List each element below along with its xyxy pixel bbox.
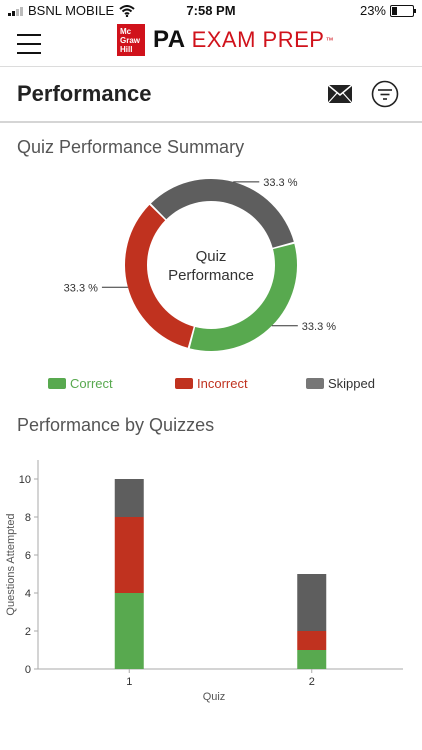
battery-status: 23%: [359, 3, 416, 18]
hamburger-menu-icon[interactable]: [17, 34, 41, 54]
filter-icon[interactable]: [371, 80, 399, 108]
bar-quiz-1-skipped[interactable]: [114, 479, 144, 517]
bar-quiz-2-skipped[interactable]: [297, 574, 327, 631]
legend-swatch-correct: [48, 378, 66, 389]
bar-quiz-2-correct[interactable]: [297, 650, 327, 669]
quizzes-section-title: Performance by Quizzes: [17, 415, 215, 435]
brand-pa: PA: [153, 26, 186, 53]
y-tick-label: 4: [25, 588, 31, 600]
battery-icon: [390, 4, 416, 17]
legend-correct[interactable]: Correct: [48, 376, 113, 391]
battery-percent: 23%: [359, 3, 386, 18]
page-title: Performance: [17, 81, 152, 106]
donut-value-label-incorrect: 33.3 %: [64, 282, 98, 294]
legend-skipped[interactable]: Skipped: [306, 376, 375, 391]
status-bar: BSNL MOBILE 7:58 PM 23%: [0, 0, 422, 22]
bar-quiz-1-correct[interactable]: [114, 593, 144, 669]
legend-label-correct: Correct: [70, 376, 113, 391]
mcgraw-hill-logo: Mc Graw Hill: [117, 24, 145, 56]
y-tick-label: 2: [25, 626, 31, 638]
legend-incorrect[interactable]: Incorrect: [175, 376, 248, 391]
legend-swatch-skipped: [306, 378, 324, 389]
bar-quiz-2-incorrect[interactable]: [297, 631, 327, 650]
app-header: Mc Graw Hill PA EXAM PREP ™: [0, 22, 422, 67]
donut-value-label-skipped: 33.3 %: [263, 177, 297, 189]
bar-quiz-1-incorrect[interactable]: [114, 517, 144, 593]
trademark: ™: [325, 35, 334, 45]
legend-label-incorrect: Incorrect: [197, 376, 248, 391]
performance-by-quizzes-bar-chart: 02468101 2 Questions Attempted Quiz: [5, 460, 403, 703]
brand-exam-prep: EXAM PREP: [191, 27, 325, 52]
x-tick-label: 2: [309, 676, 315, 688]
donut-center-label-line1: Quiz: [196, 248, 227, 265]
app-logo: Mc Graw Hill PA EXAM PREP ™: [117, 24, 333, 56]
donut-value-label-correct: 33.3 %: [302, 321, 336, 333]
x-tick-label: 1: [126, 676, 132, 688]
donut-center-label-line2: Performance: [168, 267, 254, 284]
summary-section-title: Quiz Performance Summary: [17, 137, 245, 157]
y-tick-label: 0: [25, 664, 31, 676]
quiz-performance-donut-chart: Quiz Performance 33.3 % 33.3 % 33.3 %: [64, 177, 336, 351]
legend-label-skipped: Skipped: [328, 376, 375, 391]
donut-slice-skipped[interactable]: [150, 179, 294, 248]
x-axis-label: Quiz: [203, 691, 226, 703]
y-axis-label: Questions Attempted: [5, 513, 17, 615]
title-bar: Performance: [0, 67, 422, 123]
chart-legend: Correct Incorrect Skipped: [0, 374, 422, 394]
y-tick-label: 10: [19, 474, 31, 486]
clock: 7:58 PM: [186, 3, 236, 18]
legend-swatch-incorrect: [175, 378, 193, 389]
mail-icon[interactable]: [327, 84, 353, 104]
y-tick-label: 8: [25, 512, 31, 524]
y-tick-label: 6: [25, 550, 31, 562]
